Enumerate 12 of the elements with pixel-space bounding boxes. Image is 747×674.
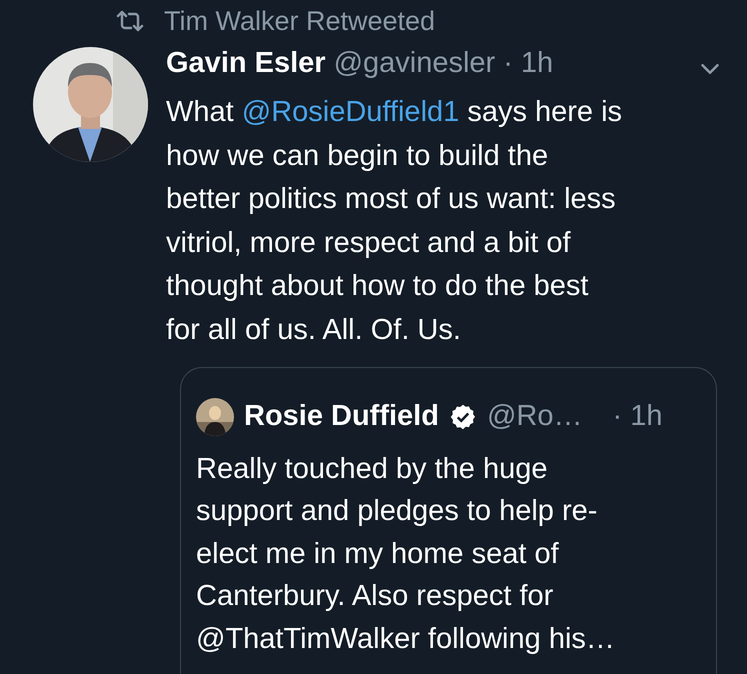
quoted-author-handle: @Ro…	[486, 400, 582, 434]
tweet-time: · 1h	[503, 47, 554, 80]
quoted-tweet-card[interactable]: Rosie Duffield @Ro… · 1h Really touched by the huge support and pledges to help re- elect me in my home seat of Canterbury. Also respect for @ThatTimWalker following his…	[180, 366, 717, 674]
tweet-text: What @RosieDuffield1 says here is how we can begin to build the better politics most of us want: less vitriol, more respect and a bit of thought about how to do the best for all of us. All. Of. Us.	[166, 95, 624, 348]
quoted-author-name[interactable]: Rosie Duffield	[244, 400, 439, 434]
retweet-icon	[116, 9, 144, 33]
author-name[interactable]: Gavin Esler	[166, 47, 326, 80]
mention-link[interactable]: @RosieDuffield1	[242, 96, 460, 128]
quoted-tweet-text: Really touched by the huge support and pledges to help re- elect me in my home seat of Canterbury. Also respect for @ThatTimWalker following his…	[196, 452, 616, 657]
author-handle: @gavinesler	[334, 47, 496, 80]
quoted-tweet-time: · 1h	[612, 400, 662, 434]
retweet-label: Tim Walker Retweeted	[164, 6, 436, 36]
